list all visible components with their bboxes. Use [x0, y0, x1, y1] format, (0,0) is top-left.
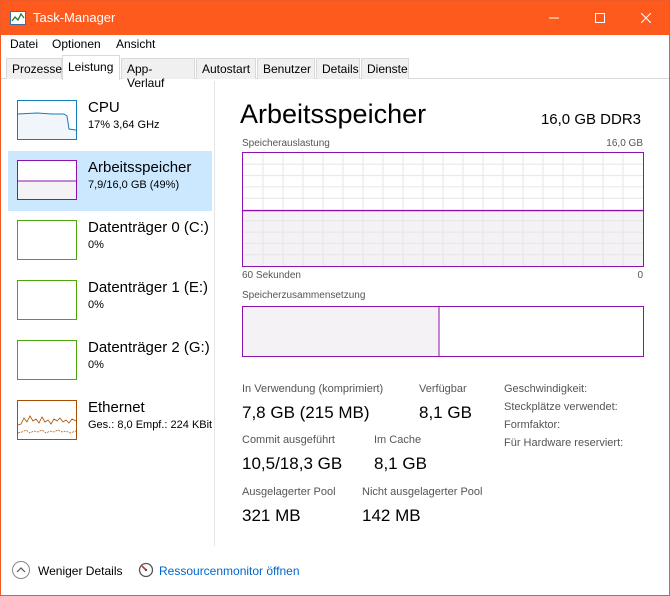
stat-cached-label: Im Cache	[374, 434, 422, 446]
composition-chart-label: Speicherzusammensetzung	[242, 290, 366, 301]
usage-chart-label: Speicherauslastung	[242, 138, 330, 149]
sidebar-item-label: Ethernet	[88, 399, 145, 416]
usage-chart-time-label: 60 Sekunden	[242, 270, 301, 281]
tab-bar: Prozesse Leistung App-Verlauf Autostart …	[1, 55, 669, 90]
sidebar-item-disk-2[interactable]: Datenträger 2 (G:) 0%	[8, 331, 212, 391]
sidebar-item-detail: 7,9/16,0 GB (49%)	[88, 179, 180, 191]
disk-0-thumbnail-graph	[17, 220, 77, 260]
sidebar-item-label: Datenträger 2 (G:)	[88, 339, 210, 356]
sidebar-item-cpu[interactable]: CPU 17% 3,64 GHz	[8, 91, 212, 151]
disk-1-thumbnail-graph	[17, 280, 77, 320]
prop-hardware-reserved-label: Für Hardware reserviert:	[504, 437, 624, 449]
usage-chart-max-label: 16,0 GB	[606, 138, 643, 149]
memory-thumbnail-graph	[17, 160, 77, 200]
close-icon	[641, 13, 651, 23]
sidebar-item-label: Arbeitsspeicher	[88, 159, 192, 176]
tab-details[interactable]: Details	[316, 58, 360, 79]
minimize-icon	[549, 17, 559, 19]
prop-speed-label: Geschwindigkeit:	[504, 383, 588, 395]
performance-sidebar: CPU 17% 3,64 GHz Arbeitsspeicher 7,9/16,…	[2, 81, 215, 546]
ethernet-thumbnail-graph	[17, 400, 77, 440]
stat-available-label: Verfügbar	[419, 383, 467, 395]
disk-2-thumbnail-graph	[17, 340, 77, 380]
close-button[interactable]	[623, 1, 669, 35]
sidebar-item-detail: 0%	[88, 359, 104, 371]
memory-usage-grid	[243, 153, 643, 266]
sidebar-item-detail: Ges.: 8,0 Empf.: 224 KBit	[88, 419, 213, 431]
footer-bar: Weniger Details Ressourcenmonitor öffnen	[1, 553, 669, 589]
stat-cached-value: 8,1 GB	[374, 454, 427, 473]
sidebar-item-detail: 17% 3,64 GHz	[88, 119, 160, 131]
sidebar-item-label: CPU	[88, 99, 120, 116]
memory-spec: 16,0 GB DDR3	[540, 111, 641, 128]
stat-available-value: 8,1 GB	[419, 403, 472, 422]
tab-dienste[interactable]: Dienste	[361, 58, 409, 79]
memory-composition-bar	[242, 306, 644, 357]
maximize-icon	[595, 13, 605, 23]
sidebar-item-disk-1[interactable]: Datenträger 1 (E:) 0%	[8, 271, 212, 331]
menu-datei[interactable]: Datei	[10, 37, 38, 51]
stat-nonpaged-pool-value: 142 MB	[362, 506, 421, 525]
task-manager-app-icon	[10, 11, 26, 25]
maximize-button[interactable]	[577, 1, 623, 35]
menu-ansicht[interactable]: Ansicht	[116, 37, 155, 51]
stat-nonpaged-pool-label: Nicht ausgelagerter Pool	[362, 486, 483, 498]
memory-composition-in-use	[243, 307, 439, 356]
prop-form-factor-label: Formfaktor:	[504, 419, 561, 431]
title-bar[interactable]: Task-Manager	[1, 1, 669, 35]
tab-app-verlauf[interactable]: App-Verlauf	[121, 58, 195, 90]
sidebar-item-disk-0[interactable]: Datenträger 0 (C:) 0%	[8, 211, 212, 271]
stat-in-use-label: In Verwendung (komprimiert)	[242, 383, 384, 395]
menu-bar: Datei Optionen Ansicht	[1, 35, 669, 53]
sidebar-item-label: Datenträger 1 (E:)	[88, 279, 209, 296]
sidebar-item-detail: 0%	[88, 239, 104, 251]
window-title: Task-Manager	[33, 10, 116, 25]
tab-prozesse[interactable]: Prozesse	[6, 58, 62, 79]
page-title: Arbeitsspeicher	[240, 99, 427, 129]
tab-benutzer[interactable]: Benutzer	[257, 58, 315, 79]
stat-in-use-value: 7,8 GB (215 MB)	[242, 403, 370, 422]
tab-leistung[interactable]: Leistung	[62, 55, 120, 80]
usage-chart-min-label: 0	[637, 270, 643, 281]
memory-usage-graph	[242, 152, 644, 267]
resource-monitor-icon[interactable]	[138, 562, 154, 578]
stat-committed-label: Commit ausgeführt	[242, 434, 335, 446]
tab-autostart[interactable]: Autostart	[196, 58, 256, 79]
stat-paged-pool-value: 321 MB	[242, 506, 301, 525]
sidebar-item-ethernet[interactable]: Ethernet Ges.: 8,0 Empf.: 224 KBit	[8, 391, 212, 451]
minimize-button[interactable]	[531, 1, 577, 35]
prop-slots-label: Steckplätze verwendet:	[504, 401, 618, 413]
stat-paged-pool-label: Ausgelagerter Pool	[242, 486, 336, 498]
stat-committed-value: 10,5/18,3 GB	[242, 454, 343, 473]
sidebar-item-memory[interactable]: Arbeitsspeicher 7,9/16,0 GB (49%)	[8, 151, 212, 211]
menu-optionen[interactable]: Optionen	[52, 37, 101, 51]
less-details-button[interactable]: Weniger Details	[38, 564, 122, 578]
sidebar-item-label: Datenträger 0 (C:)	[88, 219, 209, 236]
sidebar-item-detail: 0%	[88, 299, 104, 311]
task-manager-window: Task-Manager Datei Optionen Ansicht Proz…	[0, 0, 670, 596]
cpu-thumbnail-graph	[17, 100, 77, 140]
resource-monitor-link[interactable]: Ressourcenmonitor öffnen	[159, 564, 300, 578]
chevron-up-icon[interactable]	[12, 561, 30, 579]
